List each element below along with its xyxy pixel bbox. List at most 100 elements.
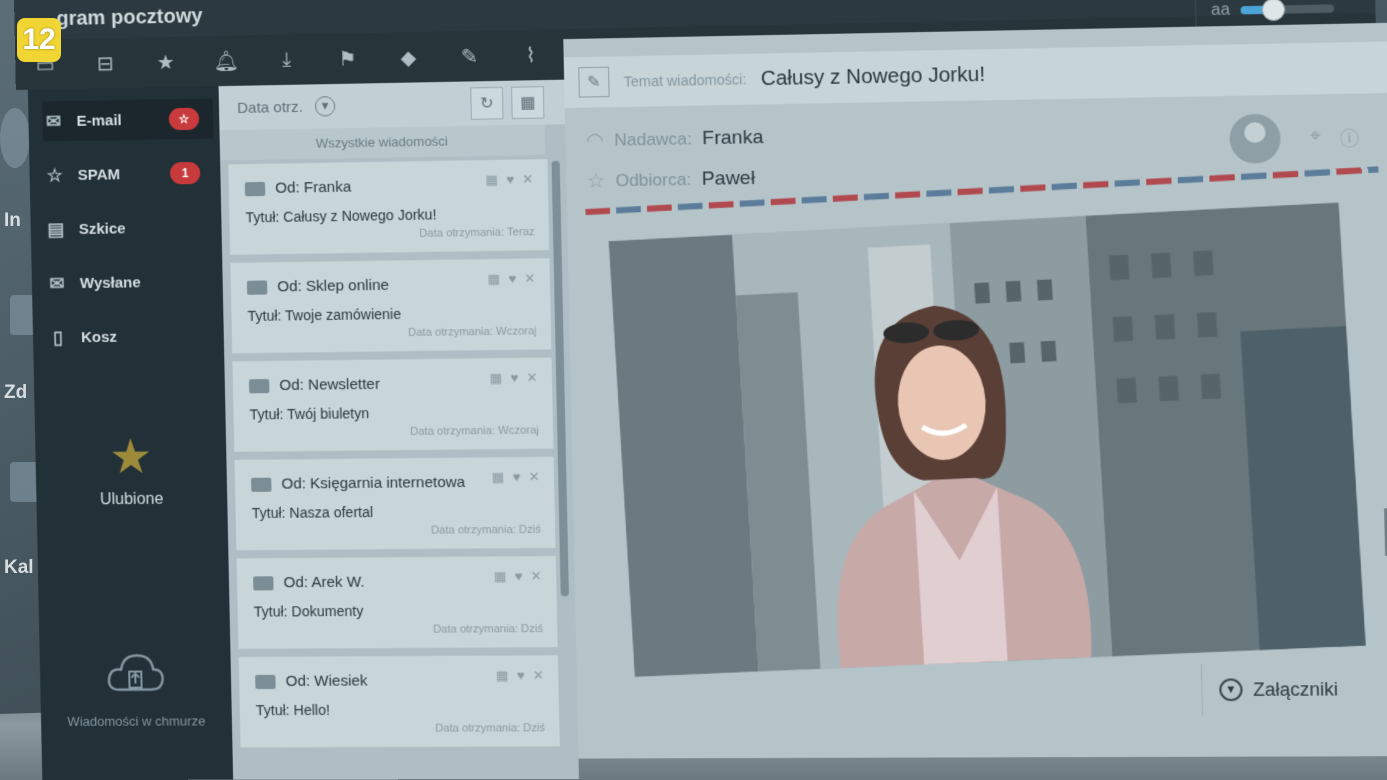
calendar-icon[interactable]: ▦: [496, 668, 509, 684]
list-item[interactable]: Od: Księgarnia internetowa Tytuł: Nasza …: [234, 456, 556, 551]
edit-icon[interactable]: ✎: [578, 66, 610, 98]
list-item[interactable]: Od: Arek W. Tytuł: Dokumenty ▦ ♥ ✕ Data ot…: [236, 555, 558, 649]
sidebar-item-label: Kosz: [80, 328, 118, 346]
person-icon: ◠: [585, 129, 605, 153]
sidebar: ✉ E-mail ☆ ☆ SPAM 1 ▤ Szkice ✉ Wysłane ▯…: [27, 86, 234, 780]
cloud-upload-icon: [105, 649, 166, 699]
close-icon[interactable]: ✕: [526, 370, 538, 386]
close-icon[interactable]: ✕: [522, 171, 534, 187]
envelope-icon: [250, 477, 272, 492]
envelope-icon: ✉: [49, 272, 65, 294]
calendar-icon[interactable]: ▦: [490, 370, 503, 386]
trash-icon: ▯: [52, 326, 64, 348]
envelope-icon: [244, 181, 266, 196]
heart-icon[interactable]: ♥: [514, 568, 522, 584]
favorites[interactable]: ★ Ulubione: [35, 428, 227, 510]
calendar-icon[interactable]: ▦: [487, 271, 500, 287]
cloud-messages[interactable]: Wiadomości w chmurze: [40, 649, 232, 729]
sender-row: ◠ Nadawca: Franka: [586, 125, 764, 153]
heart-icon[interactable]: ♥: [506, 172, 514, 188]
bell-icon[interactable]: 🔔︎: [195, 40, 256, 81]
recipient-value: Paweł: [701, 167, 756, 190]
close-icon[interactable]: ✕: [524, 271, 536, 287]
attachments-label: Załączniki: [1252, 678, 1339, 700]
envelope-icon: [255, 674, 276, 689]
sidebar-item-label: Wysłane: [79, 273, 141, 292]
message-date: Data otrzymania: Wczoraj: [408, 325, 537, 340]
cloud-label: Wiadomości w chmurze: [67, 713, 206, 729]
reading-pane-scrollbar[interactable]: [1373, 178, 1387, 591]
subject-label: Temat wiadomości:: [623, 71, 747, 90]
list-item[interactable]: Od: Wiesiek Tytuł: Hello! ▦ ♥ ✕ Data otrzy…: [238, 655, 560, 748]
message-from: Od: Arek W.: [283, 573, 365, 592]
channel-logo: 12: [17, 18, 61, 62]
subject-value: Całusy z Nowego Jorku!: [760, 63, 986, 90]
message-date: Data otrzymania: Dziś: [432, 622, 544, 636]
location-icon[interactable]: ⌖: [1310, 125, 1321, 147]
heart-icon[interactable]: ♥: [508, 271, 516, 287]
list-header: Data otrz. ▼ ↻ ▦: [218, 79, 566, 131]
heart-icon[interactable]: ♥: [512, 469, 520, 485]
star-outline-icon: ☆: [586, 170, 606, 193]
calendar-icon[interactable]: ▦: [494, 569, 507, 585]
message-subject: Tytuł: Nasza ofertal: [251, 503, 374, 522]
mail-window: gram pocztowy ▭ ⊟ ★ 🔔︎ ⤓ ⚑ ◆ ✎ ⌇ ⓘ ↶ ⇇ ➜…: [14, 0, 1387, 780]
tag-icon[interactable]: ◆: [377, 37, 439, 79]
sidebar-item-sent[interactable]: ✉ Wysłane: [46, 261, 218, 304]
message-date: Data otrzymania: Wczoraj: [410, 424, 539, 438]
message-subject: Tytuł: Całusy z Nowego Jorku!: [245, 206, 437, 226]
calendar-icon[interactable]: ▦: [492, 469, 505, 485]
message-from: Od: Newsletter: [279, 375, 381, 395]
sidebar-item-trash[interactable]: ▯ Kosz: [47, 315, 219, 357]
close-icon[interactable]: ✕: [531, 568, 543, 584]
list-item[interactable]: Od: Franka Tytuł: Całusy z Nowego Jorku!…: [228, 158, 550, 255]
avatar[interactable]: [1229, 113, 1282, 164]
email-badge: ☆: [168, 107, 200, 131]
list-item[interactable]: Od: Sklep online Tytuł: Twoje zamówienie…: [230, 258, 552, 354]
close-icon[interactable]: ✕: [533, 667, 545, 683]
envelope-icon: [248, 378, 270, 393]
recipient-row: ☆ Odbiorca: Paweł: [587, 166, 756, 194]
message-subject: Tytuł: Dokumenty: [253, 602, 364, 620]
all-messages-label[interactable]: Wszystkie wiadomości: [219, 124, 546, 161]
sort-label[interactable]: Data otrz.: [237, 98, 303, 116]
paperclip-icon[interactable]: ⌇: [500, 34, 562, 76]
refresh-icon[interactable]: ↻: [470, 86, 504, 120]
message-from: Od: Księgarnia internetowa: [281, 473, 466, 493]
sidebar-item-label: E-mail: [76, 111, 122, 130]
calendar-icon[interactable]: ▦: [511, 86, 545, 120]
message-from: Od: Sklep online: [277, 276, 390, 296]
close-icon[interactable]: ✕: [528, 469, 540, 485]
star-icon[interactable]: ★: [135, 41, 196, 82]
archive-icon[interactable]: ⊟: [75, 43, 136, 84]
heart-icon[interactable]: ♥: [517, 668, 525, 684]
message-subject: Tytuł: Twój biuletyn: [249, 405, 370, 423]
info-icon[interactable]: ⓘ: [1340, 125, 1360, 152]
sidebar-item-drafts[interactable]: ▤ Szkice: [44, 207, 216, 250]
message-date: Data otrzymania: Dziś: [435, 722, 546, 735]
star-outline-icon: ☆: [46, 164, 63, 185]
city-portrait-image: [608, 202, 1366, 677]
download-icon[interactable]: ⤓: [256, 39, 318, 80]
zoom-label: aa: [1210, 1, 1231, 20]
favorites-label: Ulubione: [99, 490, 164, 509]
attachments-button[interactable]: ▼ Załączniki: [1200, 663, 1361, 716]
sidebar-item-spam[interactable]: ☆ SPAM 1: [43, 153, 215, 196]
reading-pane: ✎ Temat wiadomości: Całusy z Nowego Jork…: [563, 22, 1387, 759]
zoom-slider-knob[interactable]: [1261, 0, 1285, 22]
list-item[interactable]: Od: Newsletter Tytuł: Twój biuletyn ▦ ♥ ✕ …: [232, 357, 554, 452]
pencil-icon[interactable]: ✎: [439, 35, 501, 77]
message-subject: Tytuł: Twoje zamówienie: [247, 305, 402, 324]
subject-bar: ✎ Temat wiadomości: Całusy z Nowego Jork…: [563, 41, 1387, 109]
chevron-down-icon[interactable]: ▼: [314, 96, 336, 117]
sidebar-item-email[interactable]: ✉ E-mail ☆: [42, 98, 214, 142]
sidebar-item-label: SPAM: [77, 165, 121, 184]
heart-icon[interactable]: ♥: [510, 370, 518, 386]
flag-icon[interactable]: ⚑: [317, 38, 379, 79]
spam-badge: 1: [169, 161, 201, 185]
message-date: Data otrzymania: Dziś: [430, 523, 542, 537]
zoom-slider[interactable]: [1240, 0, 1334, 22]
calendar-icon[interactable]: ▦: [485, 172, 498, 188]
envelope-icon: [253, 575, 274, 590]
message-date: Data otrzymania: Teraz: [419, 226, 535, 240]
